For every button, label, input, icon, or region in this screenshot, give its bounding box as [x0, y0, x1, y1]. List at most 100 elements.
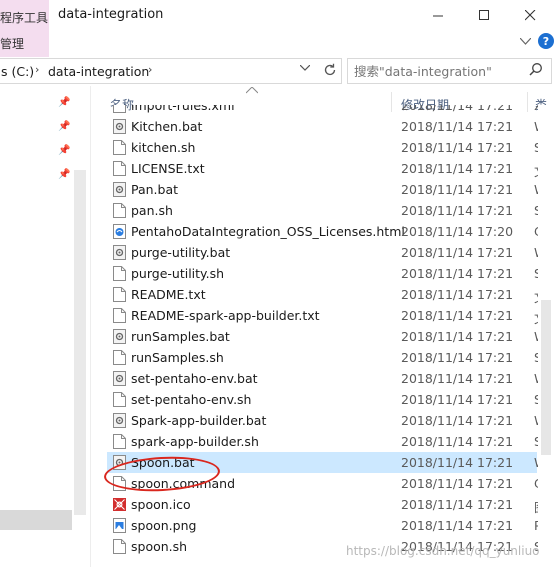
- help-icon[interactable]: ?: [538, 33, 554, 49]
- file-row[interactable]: purge-utility.sh2018/11/14 17:21S: [107, 263, 542, 284]
- maximize-button[interactable]: [461, 0, 507, 30]
- manage-tab-label[interactable]: 管理: [0, 35, 24, 52]
- file-row[interactable]: Pan.bat2018/11/14 17:21W: [107, 179, 546, 200]
- batch-file-icon: [113, 371, 126, 386]
- file-modified-date: 2018/11/14 17:21: [401, 476, 514, 491]
- batch-file-icon: [113, 413, 126, 428]
- file-modified-date: 2018/11/14 17:21: [401, 266, 514, 281]
- search-input[interactable]: [354, 62, 524, 80]
- png-file-icon: [113, 518, 126, 533]
- file-name[interactable]: import-rules.xml: [131, 105, 235, 113]
- file-name[interactable]: set-pentaho-env.bat: [131, 371, 258, 386]
- ribbon-tab-label[interactable]: 程序工具: [0, 9, 48, 26]
- text-file-icon: [113, 266, 126, 281]
- search-icon[interactable]: [529, 62, 543, 76]
- address-dropdown-icon[interactable]: [300, 65, 310, 72]
- file-name[interactable]: purge-utility.bat: [131, 245, 230, 260]
- pin-icon[interactable]: 📌: [58, 145, 70, 156]
- text-file-icon: [113, 392, 126, 407]
- html-file-icon: [113, 224, 126, 239]
- file-name[interactable]: spoon.png: [131, 518, 196, 533]
- file-name[interactable]: LICENSE.txt: [131, 161, 205, 176]
- file-name[interactable]: PentahoDataIntegration_OSS_Licenses.html: [131, 224, 405, 239]
- file-name[interactable]: Pan.bat: [131, 182, 178, 197]
- file-name[interactable]: spark-app-builder.sh: [131, 434, 259, 449]
- minimize-icon: [432, 15, 443, 16]
- pin-icon[interactable]: 📌: [58, 169, 70, 180]
- file-modified-date: 2018/11/14 17:21: [401, 105, 514, 113]
- text-file-icon: [113, 140, 126, 155]
- file-modified-date: 2018/11/14 17:21: [401, 497, 514, 512]
- file-row[interactable]: pan.sh2018/11/14 17:21S: [107, 200, 542, 221]
- file-row[interactable]: spoon.ico2018/11/14 17:21图: [107, 494, 547, 515]
- text-file-icon: [113, 350, 126, 365]
- text-file-icon: [113, 308, 126, 323]
- file-name[interactable]: runSamples.bat: [131, 329, 230, 344]
- file-name[interactable]: README-spark-app-builder.txt: [131, 308, 320, 323]
- file-modified-date: 2018/11/14 17:21: [401, 119, 514, 134]
- nav-selected-item[interactable]: [0, 510, 72, 530]
- file-row[interactable]: spark-app-builder.sh2018/11/14 17:21S: [107, 431, 542, 452]
- pin-icon[interactable]: 📌: [58, 97, 70, 108]
- file-row[interactable]: LICENSE.txt2018/11/14 17:21文: [107, 158, 547, 179]
- breadcrumb-drive[interactable]: s (C:): [1, 64, 34, 79]
- file-modified-date: 2018/11/14 17:21: [401, 287, 514, 302]
- file-modified-date: 2018/11/14 17:21: [401, 161, 514, 176]
- file-name[interactable]: spoon.sh: [131, 539, 187, 554]
- file-modified-date: 2018/11/14 17:21: [401, 245, 514, 260]
- file-list[interactable]: import-rules.xml2018/11/14 17:21XKitchen…: [91, 105, 554, 567]
- file-name[interactable]: runSamples.sh: [131, 350, 224, 365]
- breadcrumb-folder[interactable]: data-integration: [48, 64, 149, 79]
- file-name[interactable]: kitchen.sh: [131, 140, 195, 155]
- ribbon-tab-application-tools[interactable]: 程序工具 管理: [0, 0, 49, 57]
- file-row[interactable]: runSamples.sh2018/11/14 17:21S: [107, 347, 542, 368]
- file-row[interactable]: Spark-app-builder.bat2018/11/14 17:21W: [107, 410, 546, 431]
- file-name[interactable]: README.txt: [131, 287, 206, 302]
- file-row[interactable]: README.txt2018/11/14 17:21文: [107, 284, 547, 305]
- file-modified-date: 2018/11/14 17:21: [401, 308, 514, 323]
- close-button[interactable]: [507, 0, 553, 30]
- file-row[interactable]: purge-utility.bat2018/11/14 17:21W: [107, 242, 546, 263]
- file-row[interactable]: Kitchen.bat2018/11/14 17:21W: [107, 116, 546, 137]
- window-title: data-integration: [58, 7, 164, 22]
- batch-file-icon: [113, 329, 126, 344]
- file-modified-date: 2018/11/14 17:21: [401, 518, 514, 533]
- file-name[interactable]: purge-utility.sh: [131, 266, 224, 281]
- file-modified-date: 2018/11/14 17:21: [401, 455, 514, 470]
- breadcrumb-separator-icon[interactable]: ›: [148, 63, 152, 76]
- file-row[interactable]: import-rules.xml2018/11/14 17:21X: [107, 105, 543, 116]
- file-row[interactable]: runSamples.bat2018/11/14 17:21W: [107, 326, 546, 347]
- file-list-scrollbar-thumb[interactable]: [541, 300, 551, 455]
- file-name[interactable]: pan.sh: [131, 203, 173, 218]
- file-row[interactable]: set-pentaho-env.sh2018/11/14 17:21S: [107, 389, 542, 410]
- xml-file-icon: [113, 105, 126, 113]
- file-row[interactable]: README-spark-app-builder.txt 2018/11/14 1…: [107, 305, 547, 326]
- file-modified-date: 2018/11/14 17:21: [401, 350, 514, 365]
- text-file-icon: [113, 434, 126, 449]
- file-modified-date: 2018/11/14 17:21: [401, 140, 514, 155]
- file-modified-date: 2018/11/14 17:21: [401, 203, 514, 218]
- address-bar[interactable]: s (C:) › data-integration ›: [0, 58, 342, 84]
- file-row[interactable]: PentahoDataIntegration_OSS_Licenses.html…: [107, 221, 543, 242]
- file-modified-date: 2018/11/14 17:21: [401, 413, 514, 428]
- file-name[interactable]: spoon.ico: [131, 497, 191, 512]
- pin-icon[interactable]: 📌: [58, 121, 70, 132]
- file-name[interactable]: Spark-app-builder.bat: [131, 413, 266, 428]
- ribbon-expand-button[interactable]: [516, 32, 534, 50]
- refresh-icon[interactable]: [323, 63, 337, 77]
- breadcrumb-separator-icon[interactable]: ›: [35, 63, 39, 76]
- nav-scrollbar-thumb[interactable]: [74, 170, 86, 515]
- watermark-text: https://blog.csdn.net/qq_yunliuo: [346, 544, 540, 558]
- batch-file-icon: [113, 245, 126, 260]
- file-name[interactable]: Kitchen.bat: [131, 119, 202, 134]
- file-row[interactable]: kitchen.sh2018/11/14 17:21S: [107, 137, 542, 158]
- batch-file-icon: [113, 119, 126, 134]
- text-file-icon: [113, 287, 126, 302]
- minimize-button[interactable]: [415, 0, 461, 30]
- maximize-icon: [478, 9, 489, 20]
- file-row[interactable]: set-pentaho-env.bat2018/11/14 17:21W: [107, 368, 546, 389]
- search-box[interactable]: [347, 58, 552, 84]
- file-name[interactable]: set-pentaho-env.sh: [131, 392, 251, 407]
- spoon-ico-icon: [113, 497, 126, 512]
- file-row[interactable]: spoon.png2018/11/14 17:21P: [107, 515, 542, 536]
